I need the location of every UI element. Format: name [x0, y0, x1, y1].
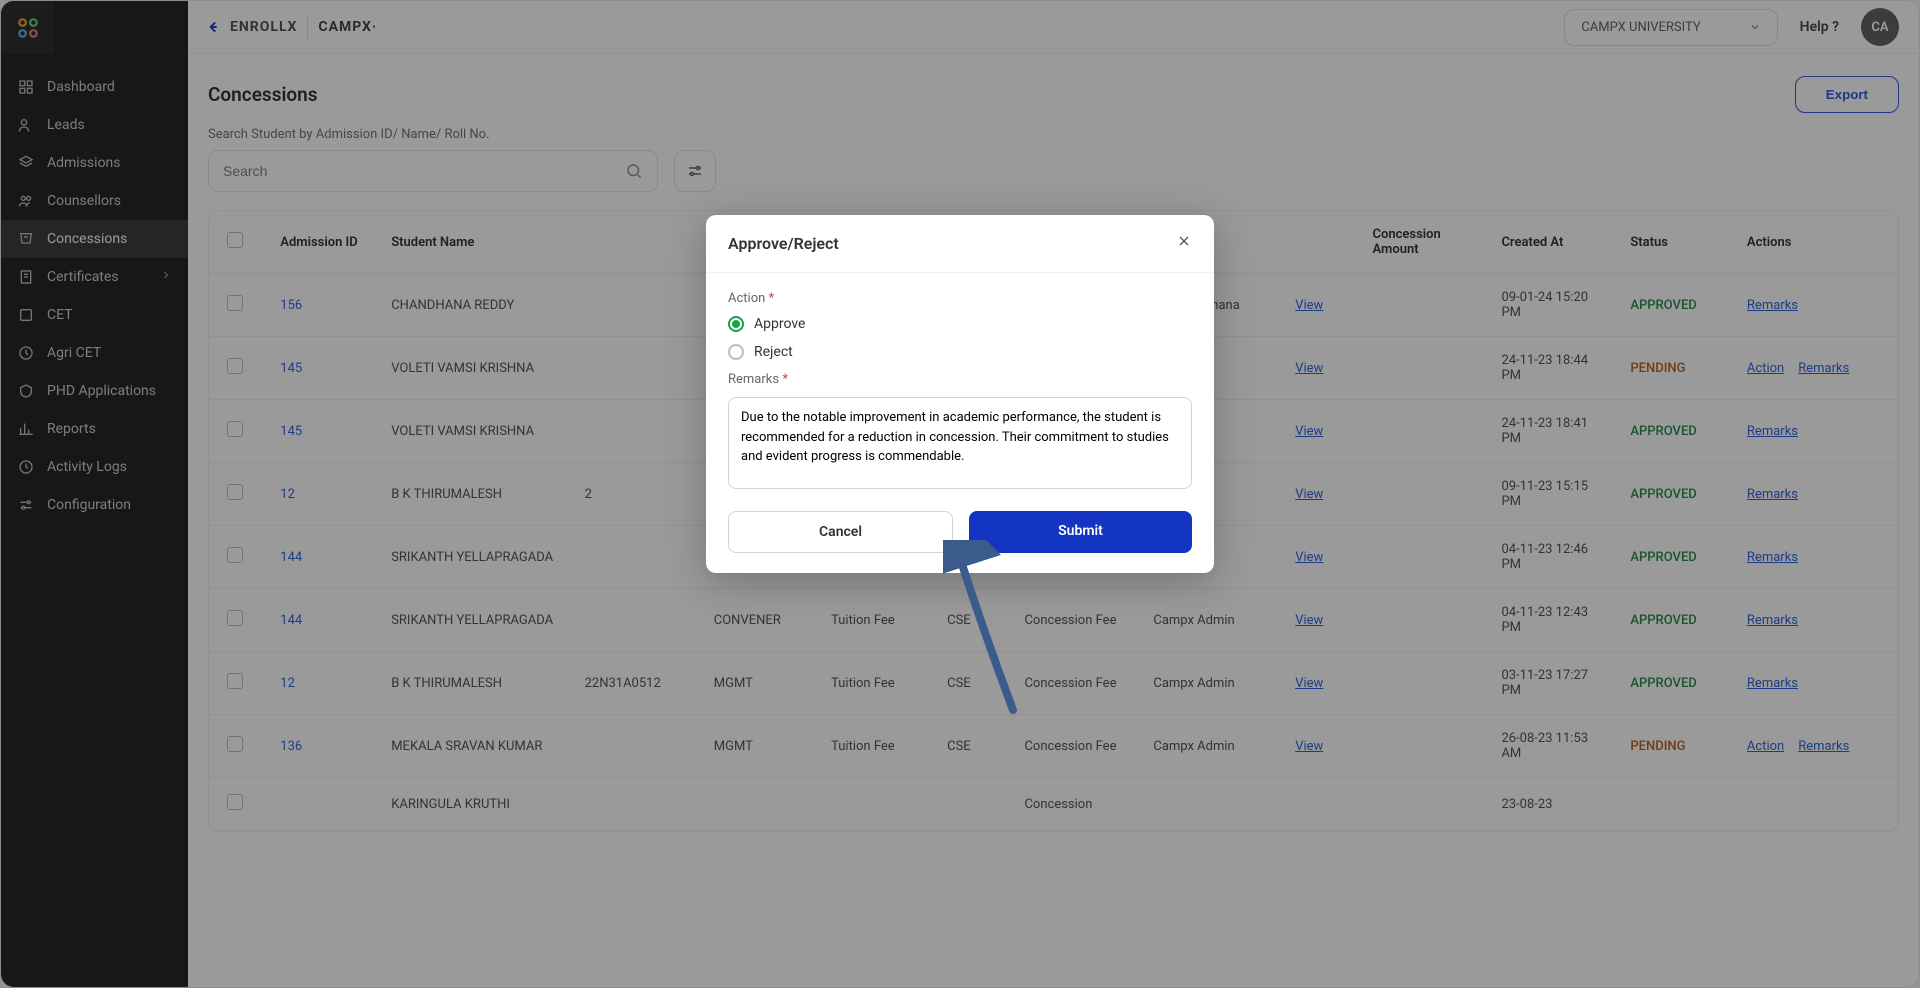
modal-title: Approve/Reject [728, 234, 839, 253]
close-icon[interactable] [1176, 233, 1192, 254]
modal-overlay: Approve/Reject Action * Approve Reject R… [0, 0, 1920, 988]
reject-label: Reject [754, 344, 793, 360]
cancel-button[interactable]: Cancel [728, 511, 953, 553]
reject-radio[interactable]: Reject [728, 344, 1192, 360]
approve-reject-modal: Approve/Reject Action * Approve Reject R… [706, 215, 1214, 573]
submit-button[interactable]: Submit [969, 511, 1192, 553]
radio-selected-icon [728, 316, 744, 332]
radio-unselected-icon [728, 344, 744, 360]
remarks-label: Remarks * [728, 372, 1192, 387]
remarks-textarea[interactable] [728, 397, 1192, 489]
approve-label: Approve [754, 316, 805, 332]
action-label: Action * [728, 291, 1192, 306]
approve-radio[interactable]: Approve [728, 316, 1192, 332]
